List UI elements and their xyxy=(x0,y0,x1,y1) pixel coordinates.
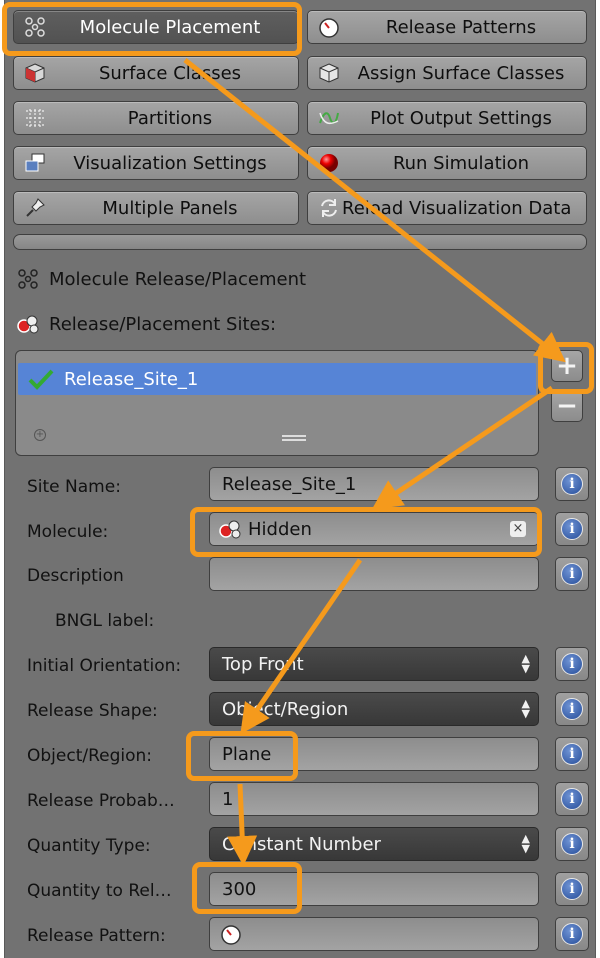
molecule-icon xyxy=(218,518,242,540)
info-button[interactable]: i xyxy=(555,872,589,906)
bngl-label: BNGL label: xyxy=(55,611,155,631)
molecule-value: Hidden xyxy=(248,518,312,540)
list-resize-grip[interactable] xyxy=(282,435,306,441)
reload-visualization-data-button[interactable]: Reload Visualization Data xyxy=(307,191,587,225)
assign-surface-classes-label: Assign Surface Classes xyxy=(357,62,565,84)
release-shape-dropdown[interactable]: Object/Region ▲ ▼ xyxy=(209,692,539,726)
stopwatch-icon xyxy=(220,923,242,945)
initial-orientation-value: Top Front xyxy=(222,653,304,675)
info-icon: i xyxy=(561,878,583,900)
info-icon: i xyxy=(561,698,583,720)
partitions-label: Partitions xyxy=(127,107,213,129)
surface-classes-button[interactable]: Surface Classes xyxy=(13,56,299,90)
quantity-type-value: Constant Number xyxy=(222,833,381,855)
list-add-small-icon[interactable]: + xyxy=(34,429,46,441)
section-header: Molecule Release/Placement xyxy=(15,266,306,292)
multiple-panels-button[interactable]: Multiple Panels xyxy=(13,191,299,225)
display-icon xyxy=(22,150,48,176)
object-icon xyxy=(316,60,342,86)
initial-orientation-dropdown[interactable]: Top Front ▲ ▼ xyxy=(209,647,539,681)
release-patterns-button[interactable]: Release Patterns xyxy=(307,10,587,44)
clear-icon[interactable]: × xyxy=(510,521,526,537)
add-site-button[interactable]: + xyxy=(551,350,583,382)
sites-label: Release/Placement Sites: xyxy=(49,313,277,335)
multiple-panels-label: Multiple Panels xyxy=(102,197,238,219)
info-icon: i xyxy=(561,743,583,765)
partition-grid-icon xyxy=(22,105,48,131)
quantity-type-dropdown[interactable]: Constant Number ▲ ▼ xyxy=(209,827,539,861)
molecule-label: Molecule: xyxy=(27,522,109,542)
updown-arrow-icon: ▲ ▼ xyxy=(521,832,530,855)
info-button[interactable]: i xyxy=(555,917,589,951)
list-item-label: Release_Site_1 xyxy=(64,368,199,390)
quantity-to-release-field[interactable]: 300 xyxy=(209,872,539,906)
reload-visualization-data-label: Reload Visualization Data xyxy=(342,197,572,219)
visualization-settings-label: Visualization Settings xyxy=(73,152,267,174)
visualization-settings-button[interactable]: Visualization Settings xyxy=(13,146,299,180)
molecule-icon xyxy=(15,311,41,337)
info-button[interactable]: i xyxy=(555,692,589,726)
cube-icon xyxy=(22,60,48,86)
updown-arrow-icon: ▲ ▼ xyxy=(521,652,530,675)
initial-orientation-label: Initial Orientation: xyxy=(27,656,182,676)
release-pattern-label: Release Pattern: xyxy=(27,926,166,946)
quantity-type-label: Quantity Type: xyxy=(27,836,151,856)
mcell-panel: Molecule Placement Release Patterns Surf… xyxy=(4,0,596,958)
molecule-grid-icon xyxy=(15,266,41,292)
plot-curve-icon xyxy=(316,105,342,131)
updown-arrow-icon: ▲ ▼ xyxy=(521,697,530,720)
info-icon: i xyxy=(561,833,583,855)
run-simulation-label: Run Simulation xyxy=(392,152,530,174)
separator-bar xyxy=(13,234,587,250)
sites-header: Release/Placement Sites: xyxy=(15,311,276,337)
section-title: Molecule Release/Placement xyxy=(49,268,307,290)
description-field[interactable] xyxy=(209,557,539,591)
info-button[interactable]: i xyxy=(555,647,589,681)
info-icon: i xyxy=(561,563,583,585)
description-label: Description xyxy=(27,566,124,586)
info-icon: i xyxy=(561,788,583,810)
object-region-field[interactable]: Plane xyxy=(209,737,539,771)
quantity-to-release-label: Quantity to Rel… xyxy=(27,881,172,901)
release-shape-value: Object/Region xyxy=(222,698,349,720)
checkmark-icon xyxy=(28,368,56,390)
run-simulation-button[interactable]: Run Simulation xyxy=(307,146,587,180)
info-button[interactable]: i xyxy=(555,467,589,501)
info-icon: i xyxy=(561,923,583,945)
info-button[interactable]: i xyxy=(555,512,589,546)
release-probability-field[interactable]: 1 xyxy=(209,782,539,816)
stopwatch-icon xyxy=(316,14,342,40)
info-icon: i xyxy=(561,653,583,675)
info-icon: i xyxy=(561,473,583,495)
surface-classes-label: Surface Classes xyxy=(98,62,242,84)
plot-output-settings-button[interactable]: Plot Output Settings xyxy=(307,101,587,135)
molecule-field[interactable]: Hidden × xyxy=(209,512,539,546)
release-patterns-label: Release Patterns xyxy=(385,16,537,38)
release-probability-label: Release Probab… xyxy=(27,791,175,811)
info-button[interactable]: i xyxy=(555,557,589,591)
assign-surface-classes-button[interactable]: Assign Surface Classes xyxy=(307,56,587,90)
site-name-field[interactable]: Release_Site_1 xyxy=(209,467,539,501)
release-sites-list[interactable]: Release_Site_1 + xyxy=(15,350,539,456)
molecule-placement-button[interactable]: Molecule Placement xyxy=(13,10,299,44)
site-name-label: Site Name: xyxy=(27,477,121,497)
info-icon: i xyxy=(561,518,583,540)
release-pattern-field[interactable] xyxy=(209,917,539,951)
pin-icon xyxy=(22,195,48,221)
remove-site-button[interactable]: − xyxy=(551,390,583,422)
info-button[interactable]: i xyxy=(555,827,589,861)
reload-icon xyxy=(316,195,342,221)
info-button[interactable]: i xyxy=(555,782,589,816)
list-item[interactable]: Release_Site_1 xyxy=(18,363,536,395)
partitions-button[interactable]: Partitions xyxy=(13,101,299,135)
molecule-placement-label: Molecule Placement xyxy=(79,16,261,38)
plot-output-settings-label: Plot Output Settings xyxy=(370,107,552,129)
release-shape-label: Release Shape: xyxy=(27,701,158,721)
red-sphere-icon xyxy=(316,150,342,176)
object-region-label: Object/Region: xyxy=(27,746,153,766)
info-button[interactable]: i xyxy=(555,737,589,771)
molecule-grid-icon xyxy=(22,14,48,40)
